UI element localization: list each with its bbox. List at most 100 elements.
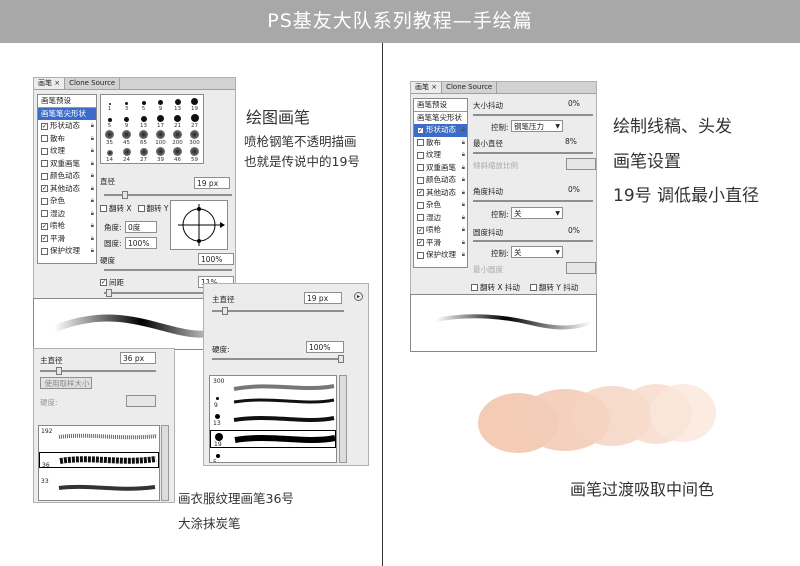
brush-tip[interactable]: 300	[186, 129, 203, 146]
tab-brush-right[interactable]: 画笔 ×	[411, 82, 443, 93]
roundness-jitter-field[interactable]: 0%	[566, 225, 596, 237]
popup-b-diameter-field[interactable]: 19 px	[304, 292, 342, 304]
roundness-field[interactable]: 100%	[125, 237, 157, 249]
lock-icon[interactable]: 🔒︎	[91, 245, 94, 257]
lock-icon[interactable]: 🔒︎	[462, 224, 465, 236]
lock-icon[interactable]: 🔒︎	[91, 158, 94, 170]
lock-icon[interactable]: 🔒︎	[91, 195, 94, 207]
brush-setting-item[interactable]: ✓ 其他动态 🔒︎	[414, 187, 467, 200]
brush-setting-item[interactable]: 湿边 🔒︎	[414, 212, 467, 225]
lock-icon[interactable]: 🔒︎	[91, 145, 94, 157]
size-jitter-field[interactable]: 0%	[566, 98, 596, 110]
brush-setting-item[interactable]: 颜色动态 🔒︎	[38, 170, 96, 183]
brush-tip[interactable]: 27	[135, 146, 152, 163]
flip-x-jitter-checkbox[interactable]	[471, 284, 478, 291]
setting-checkbox[interactable]	[417, 251, 424, 259]
flip-y-jitter-checkbox[interactable]	[529, 284, 537, 291]
brush-setting-item[interactable]: 散布 🔒︎	[414, 137, 467, 150]
brush-tip[interactable]: 100	[152, 129, 169, 146]
popup-b-scrollbar[interactable]	[339, 375, 347, 463]
brush-setting-item[interactable]: ✓ 其他动态 🔒︎	[38, 183, 96, 196]
brush-tip[interactable]: 1	[101, 95, 118, 112]
control3-select[interactable]: 关 ▼	[511, 246, 563, 258]
brush-tip[interactable]: 35	[101, 129, 118, 146]
lock-icon[interactable]: 🔒︎	[462, 199, 465, 211]
lock-icon[interactable]: 🔒︎	[462, 249, 465, 261]
lock-icon[interactable]: 🔒︎	[462, 162, 465, 174]
lock-icon[interactable]: 🔒︎	[91, 220, 94, 232]
setting-checkbox[interactable]	[41, 210, 48, 218]
lock-icon[interactable]: 🔒︎	[91, 120, 94, 132]
brush-tip[interactable]: 13	[135, 112, 152, 129]
lock-icon[interactable]: 🔒︎	[462, 149, 465, 161]
lock-icon[interactable]: 🔒︎	[462, 187, 465, 199]
tab-brush[interactable]: 画笔 ×	[34, 78, 66, 89]
popup-menu-arrow-icon[interactable]: ▸	[354, 292, 363, 301]
angle-roundness-widget[interactable]	[170, 200, 228, 250]
popup-a-diameter-knob[interactable]	[56, 367, 62, 375]
setting-checkbox[interactable]	[41, 147, 48, 155]
control-select[interactable]: 钢笔压力 ▼	[511, 120, 563, 132]
setting-checkbox[interactable]: ✓	[41, 235, 48, 243]
brush-setting-item[interactable]: 保护纹理 🔒︎	[38, 245, 96, 258]
brush-tip[interactable]: 14	[101, 146, 118, 163]
brush-tip[interactable]: 46	[169, 146, 186, 163]
control2-select[interactable]: 关 ▼	[511, 207, 563, 219]
popup-b-diameter-knob[interactable]	[222, 307, 228, 315]
brush-tip[interactable]: 3	[118, 95, 135, 112]
brush-setting-item[interactable]: 纹理 🔒︎	[38, 145, 96, 158]
diameter-field[interactable]: 19 px	[194, 177, 230, 189]
brush-setting-item[interactable]: 双重画笔 🔒︎	[38, 158, 96, 171]
setting-checkbox[interactable]	[417, 164, 424, 172]
tip-row[interactable]: 33	[39, 478, 159, 492]
setting-checkbox[interactable]	[41, 172, 48, 180]
setting-checkbox[interactable]	[417, 176, 424, 184]
brush-setting-item[interactable]: 画笔预设	[38, 95, 96, 108]
brush-tip[interactable]: 9	[118, 112, 135, 129]
flip-x-checkbox[interactable]	[100, 205, 107, 212]
setting-checkbox[interactable]	[417, 139, 424, 147]
popup-b-diameter-slider[interactable]	[212, 310, 344, 312]
popup-a-scrollbar[interactable]	[161, 425, 169, 501]
brush-tip[interactable]: 5	[101, 112, 118, 129]
brush-setting-item[interactable]: ✓ 形状动态 🔒︎	[414, 124, 467, 137]
lock-icon[interactable]: 🔒︎	[91, 208, 94, 220]
lock-icon[interactable]: 🔒︎	[91, 170, 94, 182]
brush-setting-item[interactable]: 颜色动态 🔒︎	[414, 174, 467, 187]
tip-row[interactable]: 300	[210, 378, 336, 392]
popup-b-hardness-slider[interactable]	[212, 358, 344, 360]
brush-tip[interactable]: 13	[169, 95, 186, 112]
brush-setting-item[interactable]: ✓ 平滑 🔒︎	[414, 237, 467, 250]
brush-setting-item[interactable]: 画笔笔尖形状	[414, 112, 467, 125]
brush-setting-item[interactable]: 画笔预设	[414, 99, 467, 112]
brush-setting-item[interactable]: 画笔笔尖形状	[38, 107, 96, 120]
setting-checkbox[interactable]: ✓	[41, 185, 48, 193]
use-sample-size-button[interactable]: 使用取样大小	[40, 377, 92, 389]
angle-field[interactable]: 0度	[125, 221, 157, 233]
hardness-field[interactable]: 100%	[198, 253, 234, 265]
angle-jitter-slider[interactable]	[473, 200, 593, 202]
brush-tip[interactable]: 27	[186, 112, 203, 129]
diameter-slider-knob[interactable]	[122, 191, 128, 199]
popup-a-diameter-field[interactable]: 36 px	[120, 352, 156, 364]
setting-checkbox[interactable]: ✓	[417, 226, 424, 234]
lock-icon[interactable]: 🔒︎	[462, 124, 465, 136]
setting-checkbox[interactable]	[41, 160, 48, 168]
lock-icon[interactable]: 🔒︎	[91, 133, 94, 145]
brush-setting-item[interactable]: ✓ 喷枪 🔒︎	[38, 220, 96, 233]
tip-row[interactable]: 9	[210, 394, 336, 409]
min-diameter-field[interactable]: 8%	[563, 136, 593, 148]
brush-tip[interactable]: 24	[118, 146, 135, 163]
brush-tip[interactable]: 200	[169, 129, 186, 146]
setting-checkbox[interactable]	[41, 247, 48, 255]
brush-tip[interactable]: 65	[135, 129, 152, 146]
min-diameter-slider[interactable]	[473, 152, 593, 154]
angle-jitter-field[interactable]: 0%	[566, 184, 596, 196]
setting-checkbox[interactable]	[417, 151, 424, 159]
brush-tip[interactable]: 39	[152, 146, 169, 163]
setting-checkbox[interactable]: ✓	[41, 122, 48, 130]
brush-setting-item[interactable]: 杂色 🔒︎	[38, 195, 96, 208]
brush-tip[interactable]: 5	[135, 95, 152, 112]
lock-icon[interactable]: 🔒︎	[462, 212, 465, 224]
brush-setting-item[interactable]: ✓ 平滑 🔒︎	[38, 233, 96, 246]
